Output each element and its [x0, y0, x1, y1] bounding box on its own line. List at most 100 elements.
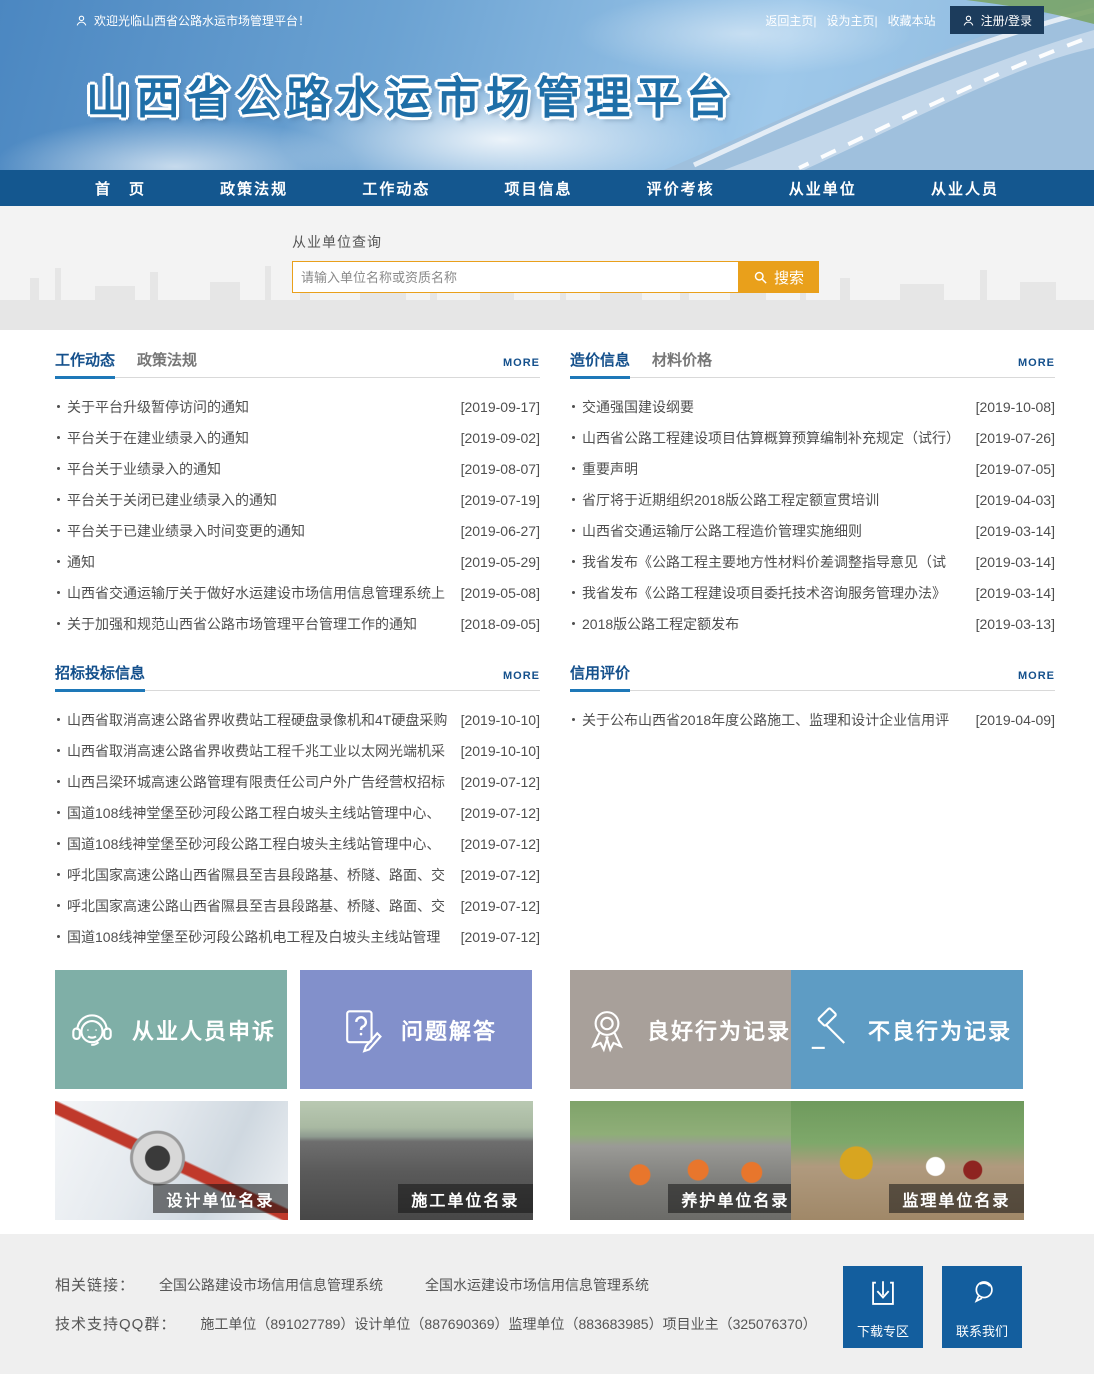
list-item[interactable]: 交通强国建设纲要 [2019-10-08] — [570, 391, 1055, 422]
directory-maintenance-units[interactable]: 养护单位名录 — [570, 1101, 803, 1220]
download-zone-button[interactable]: 下载专区 — [843, 1266, 923, 1348]
gavel-icon — [802, 1004, 854, 1056]
item-date: [2019-07-05] — [976, 461, 1055, 477]
list-item[interactable]: 平台关于关闭已建业绩录入的通知 [2019-07-19] — [55, 484, 540, 515]
item-title: 国道108线神堂堡至砂河段公路机电工程及白坡头主线站管理 — [67, 927, 457, 947]
search-button-label: 搜索 — [774, 267, 804, 288]
tab-policy[interactable]: 政策法规 — [137, 349, 197, 379]
topbar-link[interactable]: 返回主页| — [765, 12, 816, 29]
more-link[interactable]: MORE — [1018, 357, 1055, 377]
directory-caption: 养护单位名录 — [668, 1184, 803, 1213]
list-item[interactable]: 山西省公路工程建设项目估算概算预算编制补充规定（试行） [2019-07-26] — [570, 422, 1055, 453]
item-title: 平台关于已建业绩录入时间变更的通知 — [67, 521, 457, 541]
topbar-link[interactable]: 收藏本站 — [888, 12, 936, 29]
list-item[interactable]: 关于公布山西省2018年度公路施工、监理和设计企业信用评 [2019-04-09… — [570, 704, 1055, 735]
item-date: [2019-09-02] — [461, 430, 540, 446]
search-button[interactable]: 搜索 — [738, 261, 819, 293]
directory-supervision-units[interactable]: 监理单位名录 — [791, 1101, 1024, 1220]
nav-item[interactable]: 评价考核 — [647, 178, 715, 199]
list-item[interactable]: 山西省交通运输厅关于做好水运建设市场信用信息管理系统上 [2019-05-08] — [55, 577, 540, 608]
list-item[interactable]: 我省发布《公路工程建设项目委托技术咨询服务管理办法》 [2019-03-14] — [570, 577, 1055, 608]
list-item[interactable]: 平台关于已建业绩录入时间变更的通知 [2019-06-27] — [55, 515, 540, 546]
tab-credit-rating[interactable]: 信用评价 — [570, 662, 630, 692]
bullet-dot — [57, 780, 60, 783]
tile-personnel-appeal[interactable]: 从业人员申诉 — [55, 970, 287, 1089]
more-link[interactable]: MORE — [503, 670, 540, 690]
section-work-news: 工作动态 政策法规 MORE 关于平台升级暂停访问的通知 [2019-09-17… — [55, 346, 540, 639]
register-login-label: 注册/登录 — [981, 12, 1032, 29]
bullet-dot — [57, 718, 60, 721]
section-credit-rating: 信用评价 MORE 关于公布山西省2018年度公路施工、监理和设计企业信用评 [… — [570, 659, 1055, 952]
item-date: [2019-07-19] — [461, 492, 540, 508]
nav-item[interactable]: 工作动态 — [362, 178, 430, 199]
quick-links: 从业人员申诉 问题解答 良好 — [55, 970, 1055, 1220]
list-item[interactable]: 呼北国家高速公路山西省隰县至吉县段路基、桥隧、路面、交 [2019-07-12] — [55, 859, 540, 890]
item-date: [2019-07-12] — [461, 929, 540, 945]
related-link[interactable]: 全国公路建设市场信用信息管理系统 — [159, 1275, 383, 1295]
item-date: [2019-07-12] — [461, 774, 540, 790]
nav-item[interactable]: 首 页 — [95, 178, 146, 199]
list-item[interactable]: 国道108线神堂堡至砂河段公路机电工程及白坡头主线站管理 [2019-07-12… — [55, 921, 540, 952]
search-input[interactable] — [292, 261, 738, 293]
item-title: 重要声明 — [582, 459, 972, 479]
list-item[interactable]: 2018版公路工程定额发布 [2019-03-13] — [570, 608, 1055, 639]
list-item[interactable]: 省厅将于近期组织2018版公路工程定额宣贯培训 [2019-04-03] — [570, 484, 1055, 515]
tab-material-price[interactable]: 材料价格 — [652, 349, 712, 379]
contact-us-label: 联系我们 — [956, 1321, 1008, 1340]
list-item[interactable]: 山西吕梁环城高速公路管理有限责任公司户外广告经营权招标 [2019-07-12] — [55, 766, 540, 797]
item-title: 2018版公路工程定额发布 — [582, 614, 972, 634]
topbar-welcome: 欢迎光临山西省公路水运市场管理平台！ — [75, 12, 310, 29]
list-item[interactable]: 国道108线神堂堡至砂河段公路工程白坡头主线站管理中心、 [2019-07-12… — [55, 797, 540, 828]
item-date: [2019-07-12] — [461, 805, 540, 821]
bullet-dot — [572, 622, 575, 625]
list-item[interactable]: 山西省交通运输厅公路工程造价管理实施细则 [2019-03-14] — [570, 515, 1055, 546]
list-item[interactable]: 国道108线神堂堡至砂河段公路工程白坡头主线站管理中心、 [2019-07-12… — [55, 828, 540, 859]
register-login-button[interactable]: 注册/登录 — [950, 6, 1044, 34]
tile-good-behavior[interactable]: 良好行为记录 — [570, 970, 802, 1089]
bullet-dot — [572, 436, 575, 439]
list-item[interactable]: 平台关于业绩录入的通知 [2019-08-07] — [55, 453, 540, 484]
bullet-dot — [57, 591, 60, 594]
list-item[interactable]: 关于平台升级暂停访问的通知 [2019-09-17] — [55, 391, 540, 422]
list-item[interactable]: 呼北国家高速公路山西省隰县至吉县段路基、桥隧、路面、交 [2019-07-12] — [55, 890, 540, 921]
topbar-link[interactable]: 设为主页| — [827, 12, 878, 29]
list-item[interactable]: 关于加强和规范山西省公路市场管理平台管理工作的通知 [2018-09-05] — [55, 608, 540, 639]
related-links-label: 相关链接： — [55, 1274, 135, 1295]
item-date: [2019-08-07] — [461, 461, 540, 477]
bullet-dot — [57, 904, 60, 907]
bullet-dot — [572, 529, 575, 532]
list-item[interactable]: 平台关于在建业绩录入的通知 [2019-09-02] — [55, 422, 540, 453]
question-doc-icon — [335, 1004, 387, 1056]
related-link[interactable]: 全国水运建设市场信用信息管理系统 — [425, 1275, 649, 1295]
bullet-dot — [57, 405, 60, 408]
more-link[interactable]: MORE — [503, 357, 540, 377]
item-date: [2019-04-09] — [976, 712, 1055, 728]
more-link[interactable]: MORE — [1018, 670, 1055, 690]
directory-construction-units[interactable]: 施工单位名录 — [300, 1101, 533, 1220]
nav-item[interactable]: 项目信息 — [504, 178, 572, 199]
list-item[interactable]: 我省发布《公路工程主要地方性材料价差调整指导意见（试 [2019-03-14] — [570, 546, 1055, 577]
bullet-dot — [57, 873, 60, 876]
tile-question-answer[interactable]: 问题解答 — [300, 970, 532, 1089]
contact-us-button[interactable]: 联系我们 — [942, 1266, 1022, 1348]
list-item[interactable]: 山西省取消高速公路省界收费站工程千兆工业以太网光端机采 [2019-10-10] — [55, 735, 540, 766]
tile-bad-behavior[interactable]: 不良行为记录 — [791, 970, 1023, 1089]
bullet-dot — [57, 842, 60, 845]
nav-item[interactable]: 政策法规 — [220, 178, 288, 199]
tab-bidding[interactable]: 招标投标信息 — [55, 662, 145, 692]
list-item[interactable]: 山西省取消高速公路省界收费站工程硬盘录像机和4T硬盘采购 [2019-10-10… — [55, 704, 540, 735]
list-item[interactable]: 通知 [2019-05-29] — [55, 546, 540, 577]
item-date: [2019-06-27] — [461, 523, 540, 539]
tab-work-news[interactable]: 工作动态 — [55, 349, 115, 379]
directory-design-units[interactable]: 设计单位名录 — [55, 1101, 288, 1220]
list-item[interactable]: 重要声明 [2019-07-05] — [570, 453, 1055, 484]
download-zone-label: 下载专区 — [857, 1321, 909, 1340]
tab-cost-info[interactable]: 造价信息 — [570, 349, 630, 379]
nav-item[interactable]: 从业单位 — [789, 178, 857, 199]
item-date: [2019-03-14] — [976, 585, 1055, 601]
item-title: 山西省公路工程建设项目估算概算预算编制补充规定（试行） — [582, 428, 972, 448]
bullet-dot — [572, 718, 575, 721]
nav-item[interactable]: 从业人员 — [931, 178, 999, 199]
item-date: [2019-03-14] — [976, 554, 1055, 570]
item-title: 平台关于在建业绩录入的通知 — [67, 428, 457, 448]
